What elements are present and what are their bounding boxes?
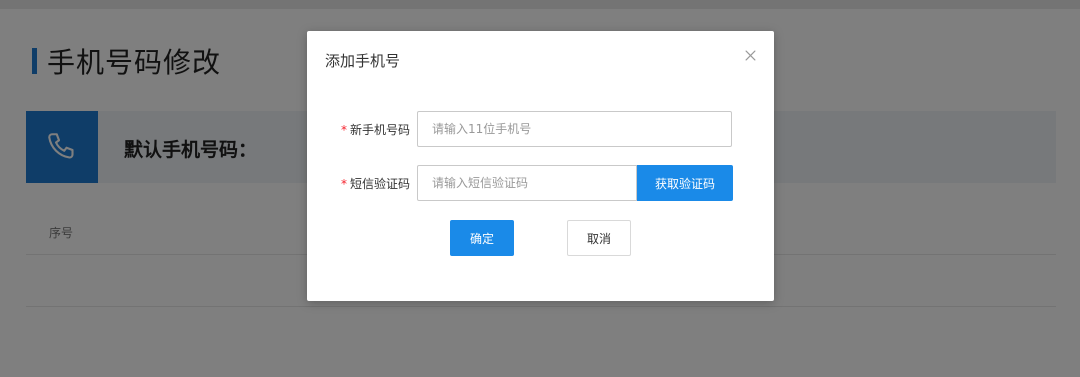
- sms-row: *短信验证码 获取验证码: [307, 165, 733, 201]
- phone-label-text: 新手机号码: [349, 122, 410, 137]
- close-icon[interactable]: [742, 47, 758, 63]
- cancel-button[interactable]: 取消: [567, 220, 631, 256]
- add-phone-dialog: 添加手机号 *新手机号码 *短信验证码 获取验证码 确定 取消: [307, 31, 774, 301]
- sms-label-text: 短信验证码: [349, 176, 410, 191]
- sms-label: * 短信验证码: [307, 175, 417, 192]
- sms-code-input[interactable]: [417, 165, 637, 201]
- required-mark: *: [340, 122, 347, 137]
- phone-row: * 新手机号码: [307, 111, 732, 147]
- phone-label: * 新手机号码: [307, 121, 417, 138]
- confirm-button[interactable]: 确定: [450, 220, 514, 256]
- dialog-title: 添加手机号: [325, 52, 401, 70]
- get-code-button[interactable]: 获取验证码: [637, 165, 733, 201]
- new-phone-input[interactable]: [417, 111, 732, 147]
- required-mark: *: [340, 176, 347, 191]
